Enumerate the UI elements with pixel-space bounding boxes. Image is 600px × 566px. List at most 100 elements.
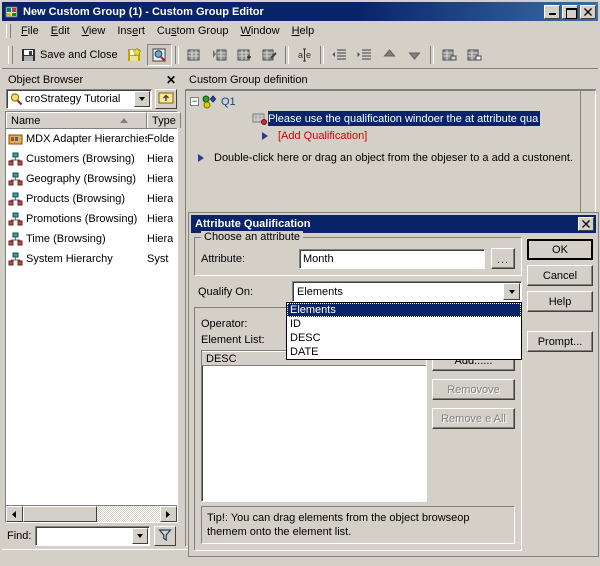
dialog-title: Attribute Qualification (195, 218, 311, 230)
preview-button[interactable] (146, 44, 172, 66)
project-combo[interactable]: croStrategy Tutorial (6, 89, 152, 109)
menubar-grip[interactable] (6, 24, 11, 38)
floppy-disk-star-icon (126, 47, 143, 63)
toolbar-separator-2 (284, 46, 289, 64)
list-item-type: Folde (147, 133, 175, 145)
move-down-button[interactable] (402, 44, 427, 66)
menu-insert[interactable]: Insert (111, 23, 151, 39)
qualify-on-combo[interactable]: Elements (292, 281, 522, 302)
list-item[interactable]: MDX Adapter Hierarchies Folde (6, 129, 177, 149)
object-list-rows: MDX Adapter Hierarchies Folde Customers … (6, 129, 177, 505)
dropdown-option-desc[interactable]: DESC (287, 331, 521, 345)
project-combo-chevron-down-icon[interactable] (134, 91, 150, 107)
add-qualification-row[interactable]: [Add Qualification] (186, 127, 595, 144)
save-and-close-button[interactable]: Save and Close (16, 44, 122, 66)
filter-button[interactable] (154, 526, 176, 546)
dropdown-option-id[interactable]: ID (287, 317, 521, 331)
object-browser-close-icon[interactable]: ✕ (166, 74, 176, 86)
list-item[interactable]: Products (Browsing) Hiera (6, 189, 177, 209)
find-bar: Find: (4, 523, 179, 549)
horizontal-scroll-thumb[interactable] (23, 506, 97, 522)
dropdown-option-elements[interactable]: Elements (287, 303, 521, 317)
maximize-button[interactable] (562, 4, 578, 19)
bullet-arrow-icon (262, 131, 274, 140)
arrow-up-icon (381, 47, 398, 63)
prompt-button[interactable]: Prompt... (527, 331, 593, 352)
floppy-disk-icon (20, 47, 37, 63)
demote-button[interactable] (352, 44, 377, 66)
remove-element-button[interactable]: Removove (432, 379, 515, 400)
list-item[interactable]: Geography (Browsing) Hiera (6, 169, 177, 189)
menu-window[interactable]: Window (234, 23, 285, 39)
list-item[interactable]: System Hierarchy Syst (6, 249, 177, 269)
list-item[interactable]: Customers (Browsing) Hiera (6, 149, 177, 169)
list-item[interactable]: Promotions (Browsing) Hiera (6, 209, 177, 229)
list-item-label: Products (Browsing) (26, 193, 126, 205)
menu-view[interactable]: View (76, 23, 112, 39)
add-qualification-label: [Add Qualification] (278, 129, 368, 142)
object-list: Name Type MDX Adapter Hierarchies Folde … (5, 111, 181, 523)
ungroup-button[interactable] (462, 44, 487, 66)
promote-button[interactable] (327, 44, 352, 66)
magnifier-icon (9, 92, 23, 106)
list-item-type: Syst (147, 253, 169, 265)
menu-help[interactable]: Help (286, 23, 321, 39)
horizontal-scroll-track[interactable] (97, 506, 160, 522)
scroll-left-button[interactable] (6, 506, 23, 522)
object-list-horizontal-scrollbar[interactable] (6, 505, 177, 522)
rename-button[interactable]: a e (292, 44, 317, 66)
help-button[interactable]: Help (527, 291, 593, 312)
qualification-icon (252, 112, 268, 126)
attribute-row: Attribute: Month ... (201, 248, 515, 269)
add-component-hint-row[interactable]: Double-click here or drag an object from… (186, 149, 595, 166)
new-banding-button[interactable] (207, 44, 232, 66)
element-list[interactable]: DESC (201, 350, 427, 502)
column-header-name[interactable]: Name (6, 112, 147, 128)
preview-icon (151, 47, 168, 63)
ok-button[interactable]: OK (527, 239, 593, 260)
list-item[interactable]: Time (Browsing) Hiera (6, 229, 177, 249)
cancel-button[interactable]: Cancel (527, 265, 593, 286)
column-header-type[interactable]: Type (147, 112, 181, 128)
list-item-label: Customers (Browsing) (26, 153, 135, 165)
qualification-highlighted-row[interactable]: Please use the qualification windoer the… (186, 110, 595, 127)
new-filter-button[interactable] (232, 44, 257, 66)
tree-node-q1[interactable]: − Q1 (186, 93, 595, 110)
properties-button[interactable] (257, 44, 282, 66)
svg-text:e: e (306, 50, 311, 60)
list-item-type: Hiera (147, 213, 174, 225)
close-button[interactable] (580, 4, 596, 19)
find-chevron-down-icon[interactable] (132, 528, 148, 544)
funnel-icon (158, 528, 172, 545)
grid-plus-icon (236, 47, 253, 63)
collapse-icon[interactable]: − (190, 97, 199, 106)
toolbar-separator-3 (319, 46, 324, 64)
toolbar-grip[interactable] (8, 46, 13, 64)
menu-edit[interactable]: Edit (45, 23, 76, 39)
qualify-on-dropdown-list[interactable]: Elements ID DESC DATE (286, 302, 522, 360)
find-input[interactable] (35, 526, 150, 546)
new-element-button[interactable] (182, 44, 207, 66)
window-controls (544, 4, 596, 19)
qualify-on-chevron-down-icon[interactable] (503, 283, 520, 300)
save-button[interactable] (122, 44, 147, 66)
minimize-button[interactable] (544, 4, 560, 19)
move-up-button[interactable] (377, 44, 402, 66)
menu-file[interactable]: File (15, 23, 45, 39)
remove-all-elements-button[interactable]: Remove e All (432, 408, 515, 429)
attribute-browse-button[interactable]: ... (491, 248, 515, 269)
folder-up-button[interactable] (155, 89, 177, 109)
attribute-input[interactable]: Month (299, 248, 485, 269)
group-button[interactable] (437, 44, 462, 66)
scroll-right-button[interactable] (160, 506, 177, 522)
hierarchy-icon (8, 212, 23, 226)
custom-group-editor-window: New Custom Group (1) - Custom Group Edit… (0, 0, 600, 566)
element-list-row: DESC Add...... Removove Remove e All (201, 350, 515, 502)
list-item-type: Hiera (147, 153, 174, 165)
dropdown-option-date[interactable]: DATE (287, 345, 521, 359)
dialog-close-button[interactable] (578, 217, 594, 231)
toolbar: Save and Close a e (2, 42, 598, 69)
menu-custom-group[interactable]: Custom Group (151, 23, 235, 39)
sort-ascending-icon (120, 118, 128, 123)
list-item-label: MDX Adapter Hierarchies (26, 133, 147, 145)
